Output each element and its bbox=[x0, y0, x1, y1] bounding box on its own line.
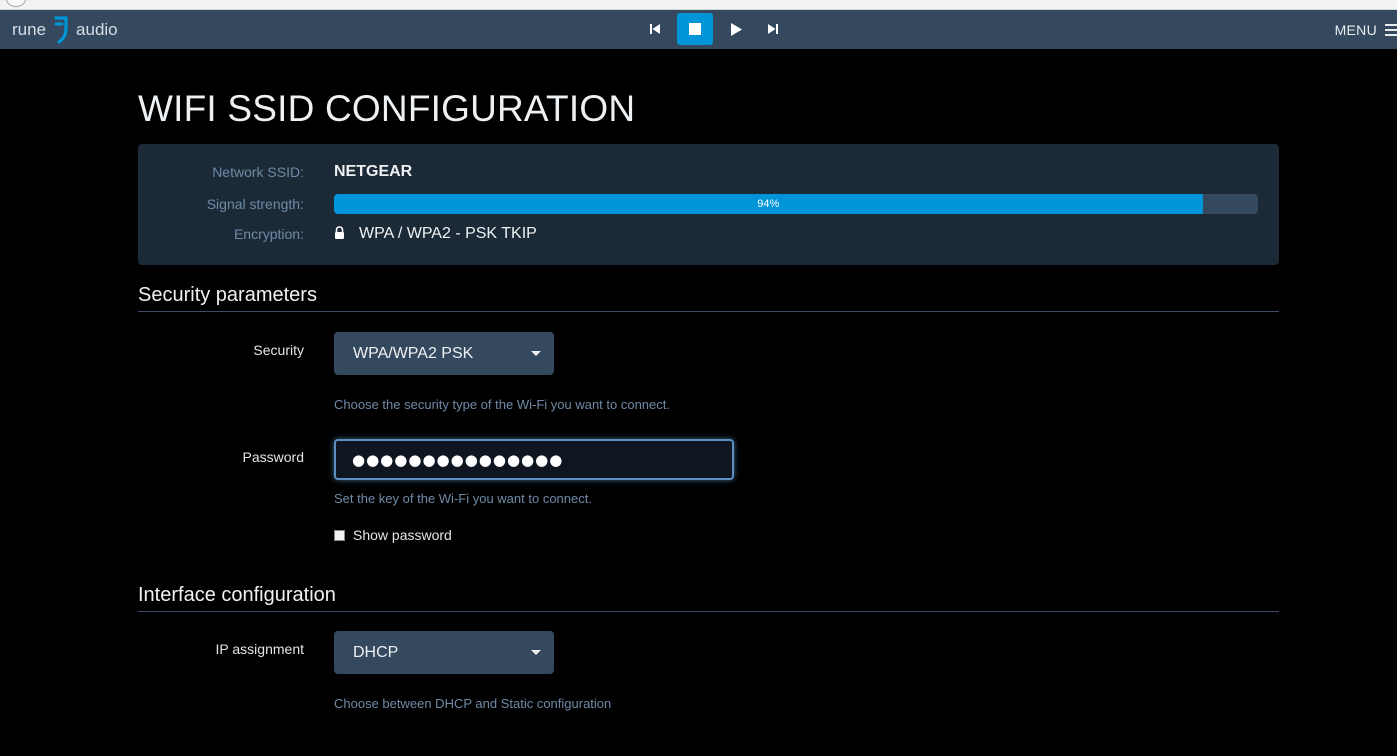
encryption-value: WPA / WPA2 - PSK TKIP bbox=[359, 225, 537, 242]
browser-icon bbox=[6, 0, 26, 7]
signal-progress-fill: 94% bbox=[334, 194, 1203, 214]
logo-text-left: rune bbox=[12, 19, 47, 39]
encryption-label: Encryption: bbox=[233, 226, 304, 242]
play-icon bbox=[730, 22, 742, 36]
network-info-panel: Network SSID: NETGEAR Signal strength: 9… bbox=[138, 144, 1279, 265]
security-select-value: WPA/WPA2 PSK bbox=[353, 344, 474, 362]
ip-assignment-value: DHCP bbox=[353, 643, 399, 661]
play-button[interactable] bbox=[721, 13, 750, 45]
top-navbar: rune audio MENU bbox=[0, 10, 1397, 49]
page-title: WIFI SSID CONFIGURATION bbox=[138, 88, 636, 129]
security-select[interactable]: WPA/WPA2 PSK bbox=[334, 332, 554, 375]
show-password-checkbox-row[interactable]: Show password bbox=[334, 527, 452, 543]
security-heading: Security parameters bbox=[138, 284, 1279, 312]
rune-logo-icon bbox=[54, 15, 68, 44]
show-password-checkbox[interactable] bbox=[334, 529, 345, 541]
logo-text-right: audio bbox=[76, 19, 118, 39]
security-help-text: Choose the security type of the Wi-Fi yo… bbox=[334, 397, 670, 412]
playback-controls bbox=[640, 13, 787, 45]
next-button[interactable] bbox=[758, 13, 787, 45]
next-icon bbox=[767, 24, 778, 34]
ip-assignment-select[interactable]: DHCP bbox=[334, 631, 554, 674]
signal-row: Signal strength: 94% bbox=[138, 194, 1279, 214]
ssid-label: Network SSID: bbox=[212, 164, 304, 180]
signal-progress-bar: 94% bbox=[334, 194, 1258, 214]
security-section: Security parameters bbox=[138, 284, 1279, 312]
stop-button[interactable] bbox=[677, 13, 713, 45]
stop-icon bbox=[689, 23, 701, 35]
menu-label: MENU bbox=[1334, 21, 1377, 38]
logo[interactable]: rune audio bbox=[12, 10, 118, 49]
ssid-value: NETGEAR bbox=[334, 163, 413, 180]
caret-down-icon bbox=[531, 650, 541, 655]
interface-heading: Interface configuration bbox=[138, 584, 1279, 612]
password-label: Password bbox=[242, 449, 304, 465]
password-input[interactable] bbox=[334, 439, 734, 480]
ip-assignment-help-text: Choose between DHCP and Static configura… bbox=[334, 696, 612, 711]
password-help-text: Set the key of the Wi-Fi you want to con… bbox=[334, 491, 592, 506]
previous-icon bbox=[649, 24, 660, 34]
encryption-value-wrap: WPA / WPA2 - PSK TKIP bbox=[334, 225, 537, 243]
show-password-label: Show password bbox=[353, 527, 452, 543]
browser-top-strip bbox=[0, 0, 1397, 10]
main-content: WIFI SSID CONFIGURATION Network SSID: NE… bbox=[138, 60, 1279, 711]
security-label: Security bbox=[253, 342, 304, 358]
hamburger-icon bbox=[1385, 23, 1397, 36]
ssid-row: Network SSID: NETGEAR bbox=[138, 163, 1279, 181]
previous-button[interactable] bbox=[640, 13, 669, 45]
menu-button[interactable]: MENU bbox=[1335, 10, 1397, 49]
signal-label: Signal strength: bbox=[206, 196, 304, 212]
encryption-row: Encryption: WPA / WPA2 - PSK TKIP bbox=[138, 225, 1279, 243]
caret-down-icon bbox=[531, 351, 541, 356]
interface-section: Interface configuration bbox=[138, 584, 1279, 612]
lock-icon bbox=[335, 226, 344, 239]
ip-assignment-label: IP assignment bbox=[215, 641, 304, 657]
